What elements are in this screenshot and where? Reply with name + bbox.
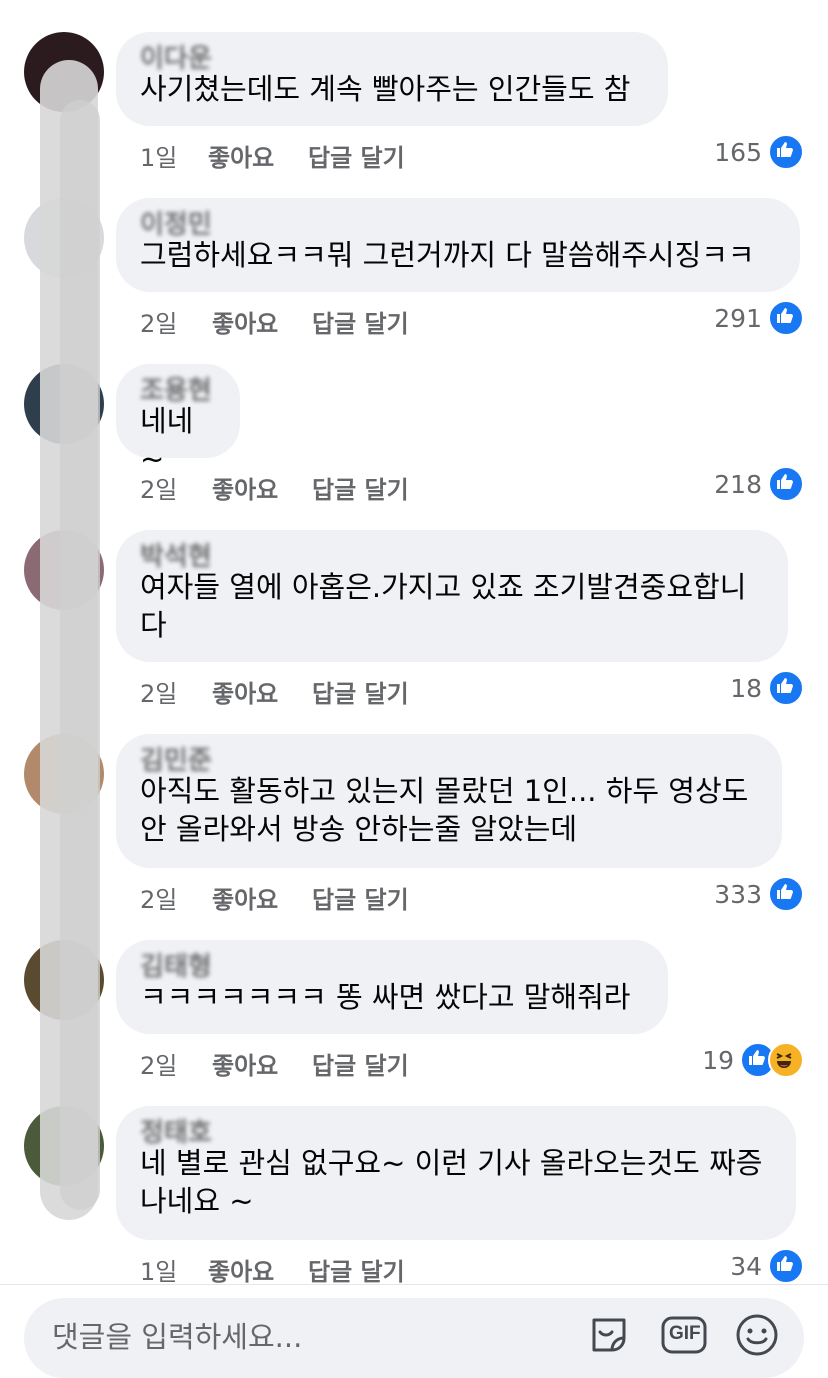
like-button[interactable]: 좋아요: [212, 1046, 278, 1081]
comment-bubble[interactable]: 조용현 네네~: [116, 364, 240, 476]
reaction-summary[interactable]: 18: [730, 670, 804, 706]
comment-bubble[interactable]: 김태형 ㅋㅋㅋㅋㅋㅋㅋ 똥 싸면 쌌다고 말해줘라: [116, 940, 668, 1034]
reaction-summary[interactable]: 218: [714, 466, 804, 502]
reaction-count: 333: [714, 879, 762, 909]
comment-bubble[interactable]: 이다운 사기쳤는데도 계속 빨아주는 인간들도 참: [116, 32, 668, 126]
reaction-count: 18: [730, 673, 762, 703]
sticker-icon[interactable]: [586, 1312, 632, 1358]
reaction-summary[interactable]: 291: [714, 300, 804, 336]
comment-time: 2일: [140, 1052, 178, 1080]
comment-time: 1일: [140, 1258, 178, 1286]
gif-button[interactable]: GIF: [660, 1312, 708, 1358]
reaction-count: 34: [730, 1251, 762, 1281]
reply-button[interactable]: 답글 달기: [312, 304, 409, 339]
reply-button[interactable]: 답글 달기: [312, 880, 409, 915]
comment-composer: GIF: [24, 1298, 804, 1378]
like-button[interactable]: 좋아요: [212, 470, 278, 505]
reaction-summary[interactable]: 333: [714, 876, 804, 912]
reaction-count: 218: [714, 469, 762, 499]
comment-text: 사기쳤는데도 계속 빨아주는 인간들도 참: [140, 72, 631, 106]
like-button[interactable]: 좋아요: [208, 1252, 274, 1287]
like-button[interactable]: 좋아요: [208, 138, 274, 173]
reaction-count: 165: [714, 137, 762, 167]
comment-input[interactable]: [50, 1316, 574, 1358]
comment-time: 2일: [140, 476, 178, 504]
thumbs-up-icon: [768, 300, 804, 336]
like-button[interactable]: 좋아요: [212, 674, 278, 709]
reply-button[interactable]: 답글 달기: [312, 1046, 409, 1081]
reply-button[interactable]: 답글 달기: [312, 674, 409, 709]
reaction-count: 19: [702, 1045, 734, 1075]
reaction-count: 291: [714, 303, 762, 333]
comment-text: 그럼하세요ㅋㅋ뭐 그런거까지 다 말씀해주시징ㅋㅋ: [140, 238, 755, 272]
comment-bubble[interactable]: 이정민 그럼하세요ㅋㅋ뭐 그런거까지 다 말씀해주시징ㅋㅋ: [116, 198, 800, 292]
comment-bubble[interactable]: 정태호 네 별로 관심 없구요~ 이런 기사 올라오는것도 짜증 나네요 ~: [116, 1106, 796, 1240]
reaction-summary[interactable]: 19: [702, 1042, 804, 1078]
reply-button[interactable]: 답글 달기: [308, 1252, 405, 1287]
thumbs-up-icon: [768, 134, 804, 170]
comment-author[interactable]: 김민준: [140, 740, 212, 777]
thumbs-up-icon: [768, 670, 804, 706]
comment-author[interactable]: 이정민: [140, 204, 212, 241]
comment-text: 아직도 활동하고 있는지 몰랐던 1인... 하두 영상도 안 올라와서 방송 …: [140, 774, 749, 846]
like-button[interactable]: 좋아요: [212, 304, 278, 339]
comment-author[interactable]: 이다운: [140, 38, 212, 75]
divider: [0, 1284, 828, 1285]
like-button[interactable]: 좋아요: [212, 880, 278, 915]
comment-text: ㅋㅋㅋㅋㅋㅋㅋ 똥 싸면 쌌다고 말해줘라: [140, 980, 631, 1014]
reaction-summary[interactable]: 34: [730, 1248, 804, 1284]
gif-label: GIF: [669, 1323, 701, 1344]
comment-text: 네 별로 관심 없구요~ 이런 기사 올라오는것도 짜증 나네요 ~: [140, 1146, 763, 1218]
reaction-summary[interactable]: 165: [714, 134, 804, 170]
comment-bubble[interactable]: 박석현 여자들 열에 아홉은.가지고 있죠 조기발견중요합니 다: [116, 530, 788, 662]
emoji-icon[interactable]: [734, 1312, 780, 1358]
thumbs-up-icon: [768, 1248, 804, 1284]
comment-text: 네네~: [140, 404, 194, 476]
comment-author[interactable]: 조용현: [140, 370, 212, 407]
comment-time: 1일: [140, 144, 178, 172]
thumbs-up-icon: [768, 466, 804, 502]
haha-emoji-icon: [768, 1042, 804, 1078]
comment-time: 2일: [140, 886, 178, 914]
reply-button[interactable]: 답글 달기: [308, 138, 405, 173]
comment-time: 2일: [140, 680, 178, 708]
comment-text: 여자들 열에 아홉은.가지고 있죠 조기발견중요합니 다: [140, 570, 747, 642]
comment-author[interactable]: 박석현: [140, 536, 212, 573]
comment-time: 2일: [140, 310, 178, 338]
redaction-scribble: [60, 100, 100, 1210]
comment-author[interactable]: 정태호: [140, 1112, 212, 1149]
comment-author[interactable]: 김태형: [140, 946, 212, 983]
comment-bubble[interactable]: 김민준 아직도 활동하고 있는지 몰랐던 1인... 하두 영상도 안 올라와서…: [116, 734, 782, 868]
reply-button[interactable]: 답글 달기: [312, 470, 409, 505]
thumbs-up-icon: [768, 876, 804, 912]
